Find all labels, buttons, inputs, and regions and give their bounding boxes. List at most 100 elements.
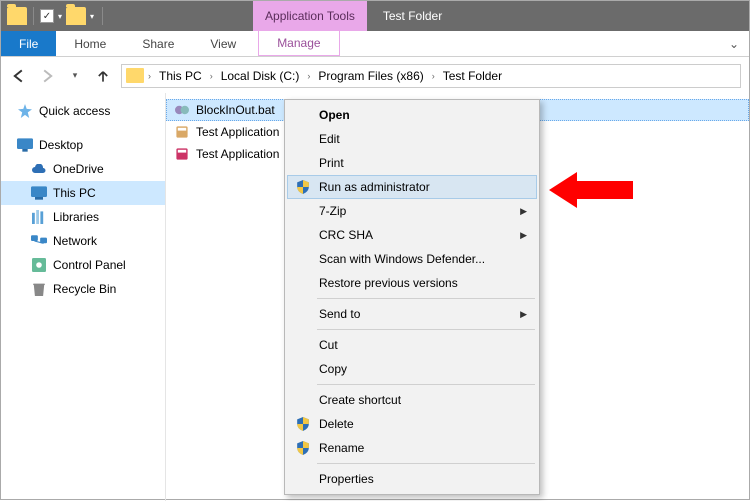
tab-home[interactable]: Home xyxy=(56,31,124,56)
navigation-bar: ▾ › This PC › Local Disk (C:) › Program … xyxy=(1,57,749,93)
up-button[interactable] xyxy=(93,66,113,86)
chevron-right-icon[interactable]: › xyxy=(210,71,213,81)
tree-libraries[interactable]: Libraries xyxy=(1,205,165,229)
ctx-label: Open xyxy=(319,108,527,122)
window-title: Test Folder xyxy=(367,1,458,31)
tree-onedrive[interactable]: OneDrive xyxy=(1,157,165,181)
tab-file[interactable]: File xyxy=(1,31,56,56)
breadcrumb-item[interactable]: Local Disk (C:) xyxy=(217,69,304,83)
chevron-down-icon[interactable]: ▾ xyxy=(56,12,64,21)
chevron-right-icon: ▶ xyxy=(520,230,527,241)
chevron-right-icon[interactable]: › xyxy=(307,71,310,81)
tree-desktop[interactable]: Desktop xyxy=(1,133,165,157)
tab-share[interactable]: Share xyxy=(124,31,192,56)
back-button[interactable] xyxy=(9,66,29,86)
breadcrumb-item[interactable]: Program Files (x86) xyxy=(314,69,427,83)
tree-item-label: This PC xyxy=(53,186,96,200)
tab-manage[interactable]: Manage xyxy=(258,31,339,56)
ctx-label: Print xyxy=(319,156,527,170)
address-bar[interactable]: › This PC › Local Disk (C:) › Program Fi… xyxy=(121,64,741,88)
monitor-icon xyxy=(31,185,47,201)
arrow-right-icon xyxy=(40,69,54,83)
ctx-label: Delete xyxy=(319,417,527,431)
network-icon xyxy=(31,233,47,249)
recycle-bin-icon xyxy=(31,281,47,297)
ctx-label: Cut xyxy=(319,338,527,352)
ctx-label: Properties xyxy=(319,472,527,486)
file-name: Test Application xyxy=(196,125,279,139)
folder-icon xyxy=(7,7,27,25)
chevron-right-icon[interactable]: › xyxy=(432,71,435,81)
ctx-label: Rename xyxy=(319,441,527,455)
ctx-7zip[interactable]: 7-Zip ▶ xyxy=(287,199,537,223)
ctx-label: 7-Zip xyxy=(319,204,516,218)
ctx-delete[interactable]: Delete xyxy=(287,412,537,436)
tree-control-panel[interactable]: Control Panel xyxy=(1,253,165,277)
ctx-send-to[interactable]: Send to▶ xyxy=(287,302,537,326)
ctx-label: Send to xyxy=(319,307,516,321)
ctx-cut[interactable]: Cut xyxy=(287,333,537,357)
context-menu: Open Edit Print Run as administrator 7-Z… xyxy=(284,99,540,495)
libraries-icon xyxy=(31,209,47,225)
separator xyxy=(317,298,535,299)
ctx-restore-prev[interactable]: Restore previous versions xyxy=(287,271,537,295)
ctx-print[interactable]: Print xyxy=(287,151,537,175)
application-icon xyxy=(174,146,190,162)
ctx-label: Run as administrator xyxy=(319,180,527,194)
callout-arrow xyxy=(549,172,633,208)
ctx-open[interactable]: Open xyxy=(287,103,537,127)
ctx-properties[interactable]: Properties xyxy=(287,467,537,491)
ribbon-tabs: File Home Share View Manage ⌄ xyxy=(1,31,749,57)
tree-quick-access[interactable]: Quick access xyxy=(1,99,165,123)
shield-icon xyxy=(291,440,315,456)
qat-checkbox[interactable]: ✓ xyxy=(40,9,54,23)
ctx-label: Restore previous versions xyxy=(319,276,527,290)
forward-button[interactable] xyxy=(37,66,57,86)
tree-item-label: OneDrive xyxy=(53,162,104,176)
arrow-left-icon xyxy=(12,69,26,83)
folder-icon[interactable] xyxy=(66,7,86,25)
ctx-label: Copy xyxy=(319,362,527,376)
cloud-icon xyxy=(31,161,47,177)
ctx-rename[interactable]: Rename xyxy=(287,436,537,460)
application-icon xyxy=(174,124,190,140)
tree-this-pc[interactable]: This PC xyxy=(1,181,165,205)
ctx-label: Scan with Windows Defender... xyxy=(319,252,527,266)
tab-view[interactable]: View xyxy=(192,31,254,56)
ctx-run-as-admin[interactable]: Run as administrator xyxy=(287,175,537,199)
chevron-down-icon[interactable]: ▾ xyxy=(88,12,96,21)
ctx-label: CRC SHA xyxy=(319,228,516,242)
tree-item-label: Quick access xyxy=(39,104,110,118)
chevron-right-icon: ▶ xyxy=(520,206,527,217)
tree-item-label: Control Panel xyxy=(53,258,126,272)
separator xyxy=(317,463,535,464)
ctx-crc-sha[interactable]: CRC SHA ▶ xyxy=(287,223,537,247)
separator xyxy=(317,329,535,330)
batch-file-icon xyxy=(174,102,190,118)
tree-recycle-bin[interactable]: Recycle Bin xyxy=(1,277,165,301)
shield-icon xyxy=(291,179,315,195)
folder-icon xyxy=(126,68,144,83)
ctx-edit[interactable]: Edit xyxy=(287,127,537,151)
tree-network[interactable]: Network xyxy=(1,229,165,253)
ribbon-expand-button[interactable]: ⌄ xyxy=(719,31,749,56)
ctx-label: Edit xyxy=(319,132,527,146)
ctx-copy[interactable]: Copy xyxy=(287,357,537,381)
navigation-pane: Quick access Desktop OneDrive This PC Li… xyxy=(1,93,166,501)
breadcrumb-item[interactable]: Test Folder xyxy=(439,69,506,83)
desktop-icon xyxy=(17,137,33,153)
separator xyxy=(317,384,535,385)
ctx-create-shortcut[interactable]: Create shortcut xyxy=(287,388,537,412)
breadcrumb-item[interactable]: This PC xyxy=(155,69,206,83)
shield-icon xyxy=(291,416,315,432)
file-name: Test Application xyxy=(196,147,279,161)
tree-item-label: Recycle Bin xyxy=(53,282,116,296)
arrow-up-icon xyxy=(96,69,110,83)
ctx-scan-defender[interactable]: Scan with Windows Defender... xyxy=(287,247,537,271)
tree-item-label: Network xyxy=(53,234,97,248)
title-bar: ✓ ▾ ▾ Application Tools Test Folder xyxy=(1,1,749,31)
chevron-right-icon[interactable]: › xyxy=(148,71,151,81)
recent-locations-button[interactable]: ▾ xyxy=(65,66,85,86)
file-name: BlockInOut.bat xyxy=(196,103,275,117)
contextual-tab-header: Application Tools xyxy=(253,1,367,31)
